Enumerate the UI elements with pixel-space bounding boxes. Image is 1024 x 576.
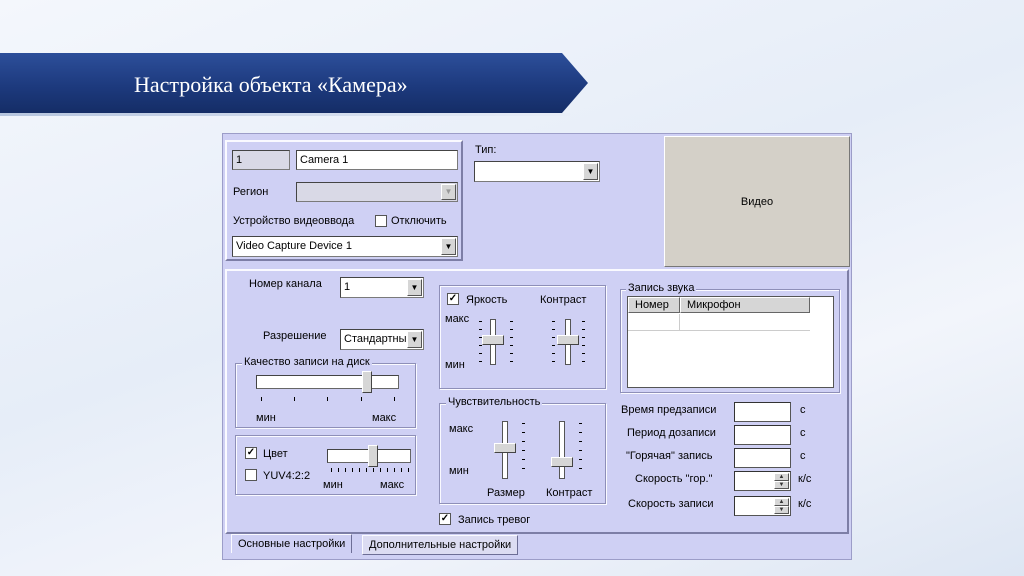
video-device-select[interactable]: Video Capture Device 1 ▼ xyxy=(232,236,458,257)
contrast-slider-thumb[interactable] xyxy=(557,335,579,345)
hot-record-label: "Горячая" запись xyxy=(626,450,713,462)
color-slider-ticks xyxy=(331,468,409,472)
region-label: Регион xyxy=(233,186,269,198)
check-icon: ✓ xyxy=(246,447,256,458)
video-preview: Видео xyxy=(664,136,850,267)
sens-min-label: мин xyxy=(449,465,469,477)
sensitivity-group-title: Чувствительность xyxy=(446,396,543,408)
channel-select[interactable]: 1 ▼ xyxy=(340,277,424,298)
title-banner-edge xyxy=(0,113,570,116)
quality-min-label: мин xyxy=(256,412,276,424)
main-settings-panel: Номер канала 1 ▼ Разрешение Стандартный … xyxy=(225,269,849,534)
type-label: Тип: xyxy=(475,144,497,156)
color-min-label: мин xyxy=(323,479,343,491)
color-max-label: макс xyxy=(380,479,405,491)
quality-max-label: макс xyxy=(372,412,397,424)
column-divider xyxy=(679,314,680,331)
video-device-label: Устройство видеоввода xyxy=(233,215,355,227)
bc-max-label: макс xyxy=(445,313,470,325)
spin-up-icon[interactable]: ▲ xyxy=(774,473,789,481)
sens-max-label: макс xyxy=(449,423,474,435)
sens-contrast-label: Контраст xyxy=(546,487,593,499)
color-slider-thumb[interactable] xyxy=(367,445,378,467)
spin-down-icon[interactable]: ▼ xyxy=(774,506,789,514)
slider-tick xyxy=(327,397,328,401)
yuv-checkbox[interactable] xyxy=(245,469,257,481)
disable-label: Отключить xyxy=(391,215,447,227)
chevron-down-icon: ▼ xyxy=(407,279,422,296)
sens-contrast-slider-track[interactable] xyxy=(559,421,565,479)
video-label: Видео xyxy=(740,195,774,208)
postrecord-input[interactable] xyxy=(734,425,791,445)
list-item[interactable] xyxy=(628,314,810,331)
contrast-ticks xyxy=(552,321,555,363)
resolution-select[interactable]: Стандартный ▼ xyxy=(340,329,424,350)
size-label: Размер xyxy=(487,487,525,499)
quality-slider-track[interactable] xyxy=(256,375,399,389)
color-label: Цвет xyxy=(263,448,288,460)
quality-group-title: Качество записи на диск xyxy=(242,356,372,368)
color-checkbox[interactable]: ✓ xyxy=(245,447,257,459)
camera-settings-dialog: 1 Camera 1 Регион ▼ Устройство видеоввод… xyxy=(222,133,852,560)
brightness-checkbox[interactable]: ✓ xyxy=(447,293,459,305)
resolution-label: Разрешение xyxy=(263,330,327,342)
record-speed-unit: к/с xyxy=(798,498,812,510)
chevron-down-icon: ▼ xyxy=(407,331,422,348)
check-icon: ✓ xyxy=(440,513,450,524)
prerecord-unit: с xyxy=(800,404,806,416)
record-speed-label: Скорость записи xyxy=(628,498,714,510)
bc-min-label: мин xyxy=(445,359,465,371)
hot-record-input[interactable] xyxy=(734,448,791,468)
camera-name-input[interactable]: Camera 1 xyxy=(296,150,458,170)
tab-basic-settings[interactable]: Основные настройки xyxy=(231,534,353,553)
brightness-ticks xyxy=(510,321,513,363)
slider-tick xyxy=(261,397,262,401)
hot-speed-label: Скорость "гор." xyxy=(635,473,713,485)
contrast-ticks xyxy=(582,321,585,363)
hot-speed-spinner[interactable]: ▲ ▼ xyxy=(734,471,791,491)
tab-advanced-settings[interactable]: Дополнительные настройки xyxy=(362,535,519,555)
audio-group-title: Запись звука xyxy=(626,282,697,294)
contrast-label: Контраст xyxy=(540,294,587,306)
quality-slider-thumb[interactable] xyxy=(362,371,373,393)
chevron-down-icon: ▼ xyxy=(583,163,598,180)
size-ticks xyxy=(522,423,525,477)
record-speed-spinner[interactable]: ▲ ▼ xyxy=(734,496,791,516)
resolution-value: Стандартный xyxy=(344,333,406,345)
column-header-number[interactable]: Номер xyxy=(628,297,680,313)
prerecord-input[interactable] xyxy=(734,402,791,422)
type-select[interactable]: ▼ xyxy=(474,161,600,182)
channel-value: 1 xyxy=(344,281,351,293)
sens-contrast-slider-thumb[interactable] xyxy=(551,457,573,467)
region-select[interactable]: ▼ xyxy=(296,182,458,202)
alarm-recording-checkbox[interactable]: ✓ xyxy=(439,513,451,525)
hot-speed-unit: к/с xyxy=(798,473,812,485)
postrecord-label: Период дозаписи xyxy=(627,427,716,439)
slider-tick xyxy=(394,397,395,401)
camera-id-field[interactable]: 1 xyxy=(232,150,290,170)
brightness-slider-thumb[interactable] xyxy=(482,335,504,345)
spin-up-icon[interactable]: ▲ xyxy=(774,498,789,506)
slider-tick xyxy=(361,397,362,401)
slider-tick xyxy=(294,397,295,401)
chevron-down-icon: ▼ xyxy=(441,238,456,255)
hot-record-unit: с xyxy=(800,450,806,462)
prerecord-label: Время предзаписи xyxy=(621,404,717,416)
column-header-microphone[interactable]: Микрофон xyxy=(680,297,810,313)
spin-down-icon[interactable]: ▼ xyxy=(774,481,789,489)
brightness-label: Яркость xyxy=(466,294,508,306)
disable-checkbox[interactable] xyxy=(375,215,387,227)
size-slider-thumb[interactable] xyxy=(494,443,516,453)
alarm-recording-label: Запись тревог xyxy=(458,514,531,526)
camera-identity-panel: 1 Camera 1 Регион ▼ Устройство видеоввод… xyxy=(225,140,463,261)
chevron-down-icon: ▼ xyxy=(441,184,456,200)
slide-title: Настройка объекта «Камера» xyxy=(134,72,408,97)
channel-label: Номер канала xyxy=(249,278,322,290)
brightness-ticks xyxy=(479,321,482,363)
video-device-value: Video Capture Device 1 xyxy=(236,240,352,252)
yuv-label: YUV4:2:2 xyxy=(263,470,311,482)
check-icon: ✓ xyxy=(448,293,458,304)
sens-contrast-ticks xyxy=(579,423,582,477)
postrecord-unit: с xyxy=(800,427,806,439)
